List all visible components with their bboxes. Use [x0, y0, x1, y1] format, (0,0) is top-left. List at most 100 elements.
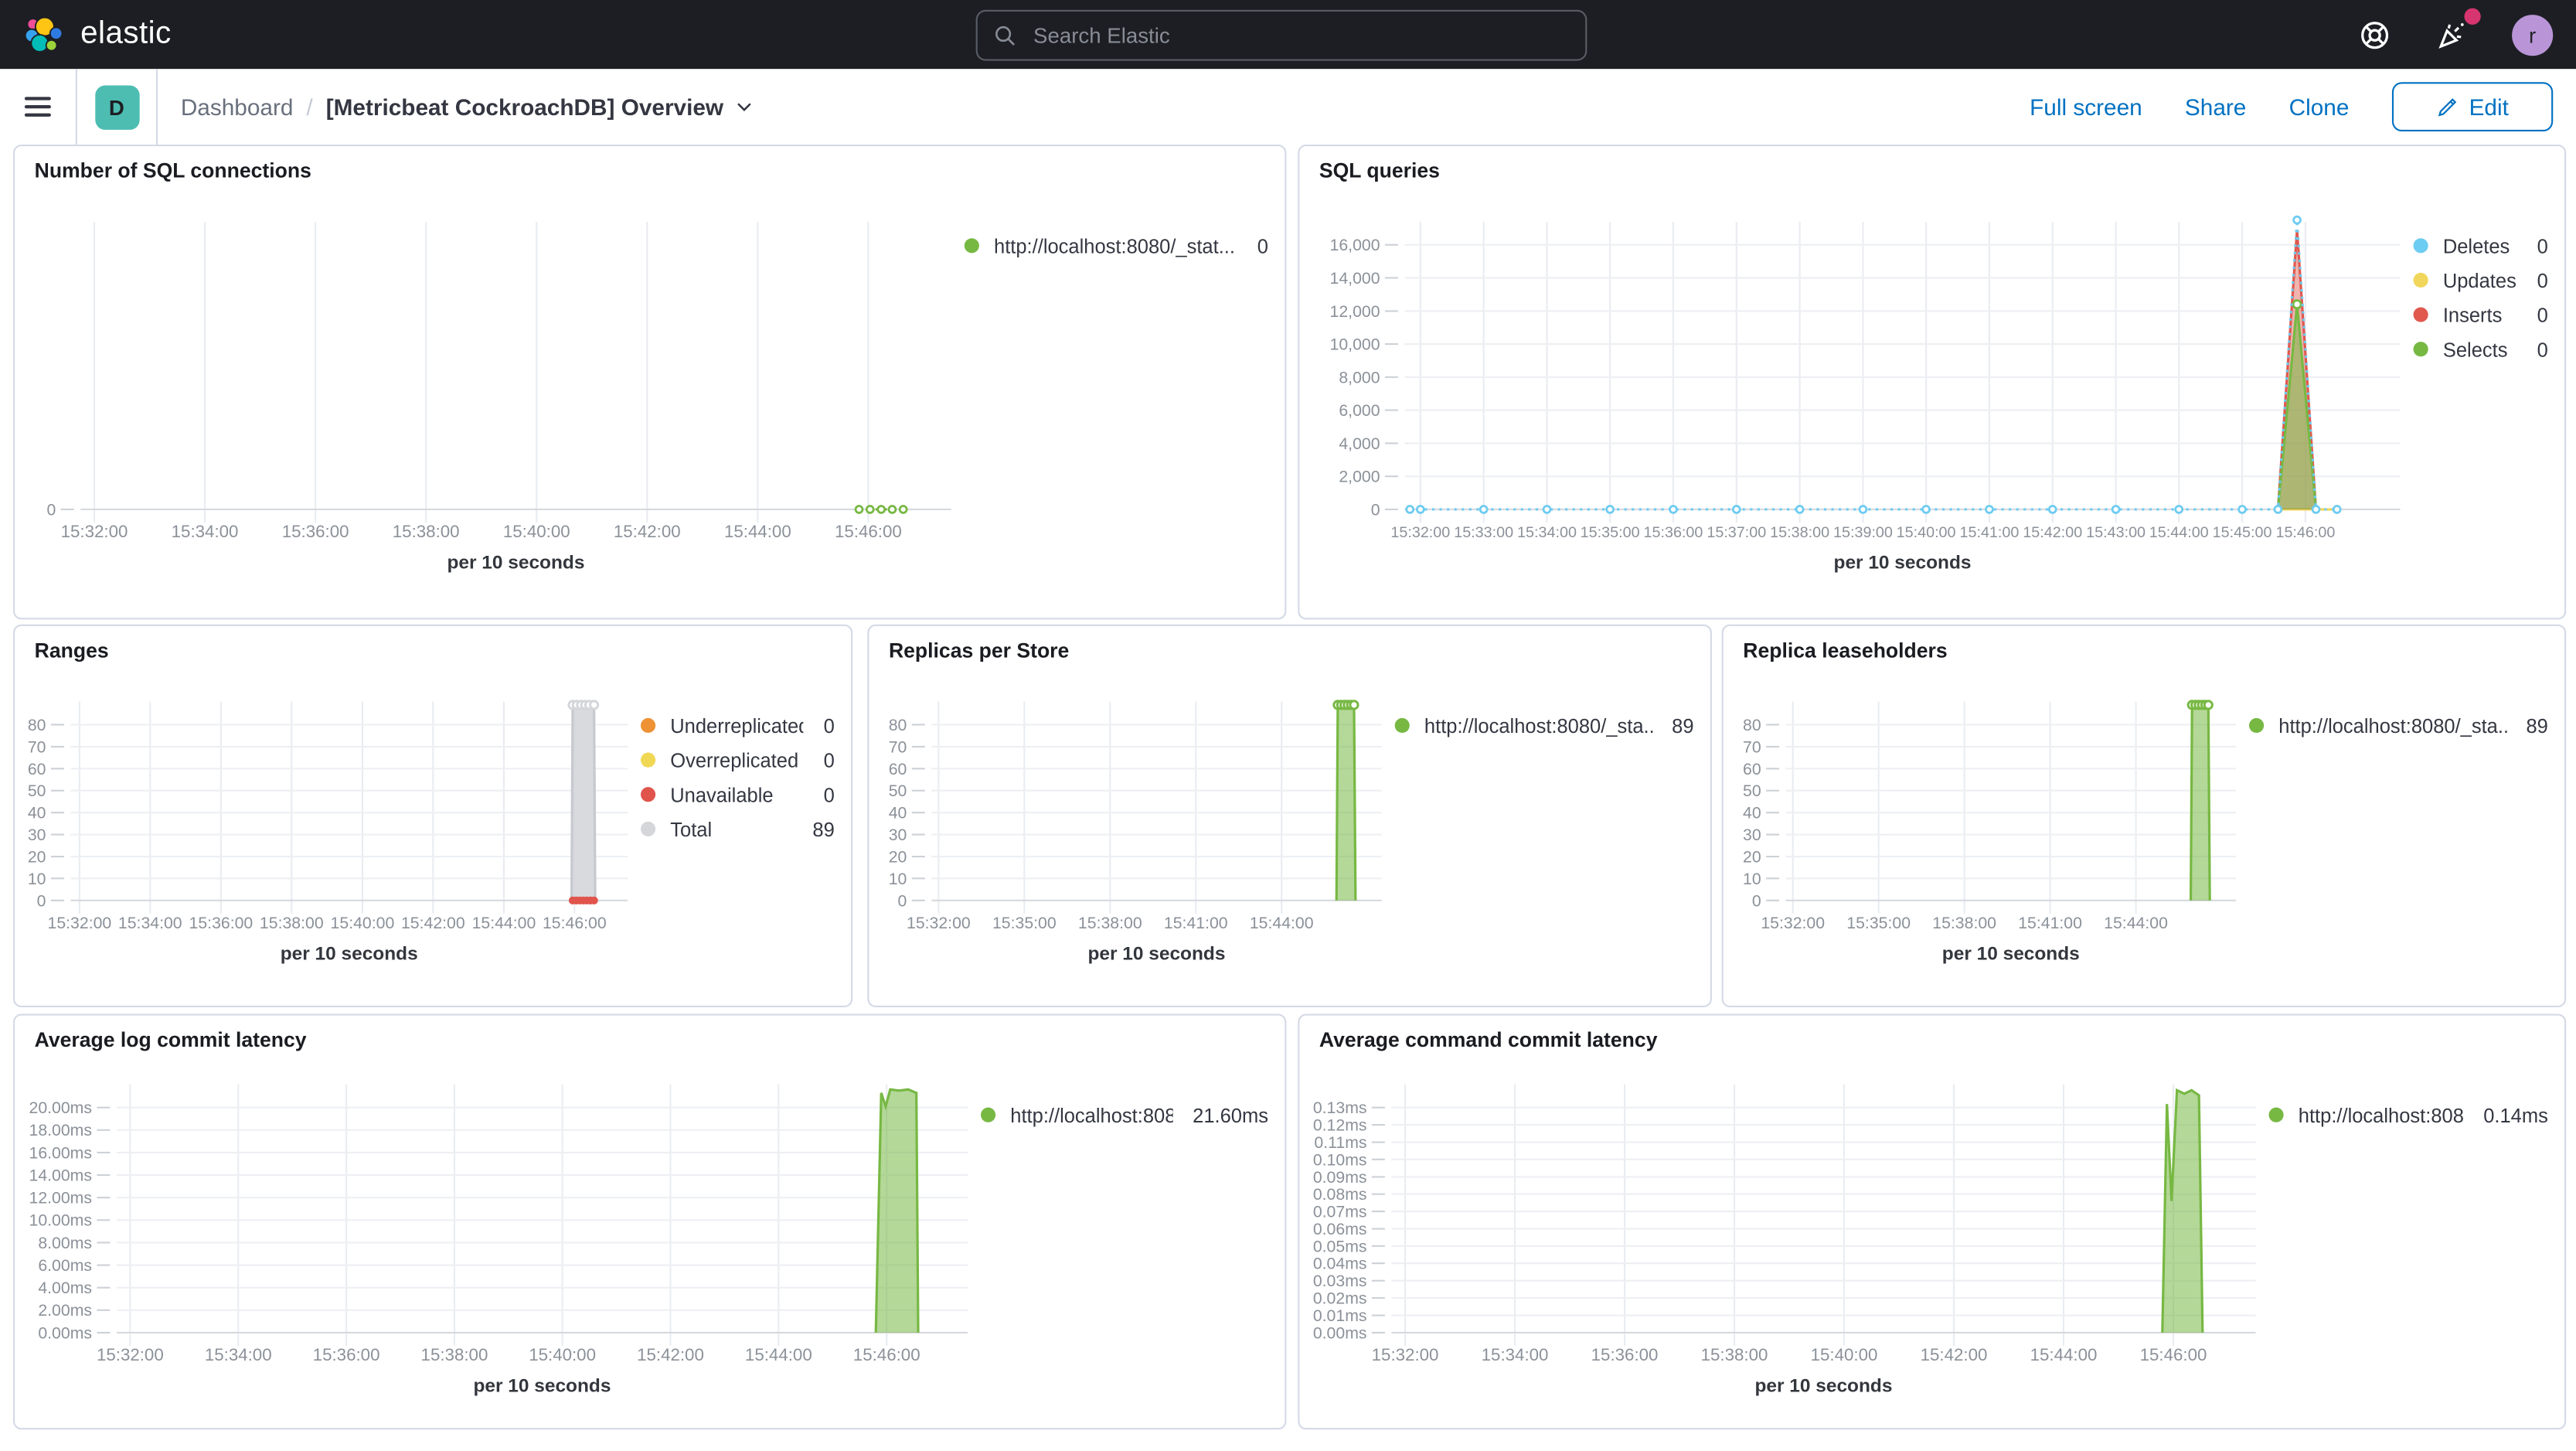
- svg-text:80: 80: [889, 716, 907, 734]
- edit-button[interactable]: Edit: [2391, 82, 2554, 132]
- chart-average-log-commit-latency[interactable]: 15:32:00 15:34:00 15:36:00 15:38:00 15:40:00…: [15, 1064, 981, 1428]
- legend-series-label: Overreplicated: [670, 748, 799, 771]
- global-search[interactable]: [975, 9, 1587, 61]
- panel-title: Ranges: [34, 639, 109, 662]
- chart-sql-queries[interactable]: 15:32:00 15:33:00 15:34:00 15:35:00 15:36:00…: [1299, 196, 2413, 618]
- svg-text:0.05ms: 0.05ms: [1313, 1237, 1367, 1255]
- toolbar-actions: Full screen Share Clone Edit: [2030, 82, 2576, 132]
- svg-text:15:42:00: 15:42:00: [2023, 524, 2082, 541]
- svg-text:10,000: 10,000: [1330, 336, 1380, 354]
- svg-text:0.02ms: 0.02ms: [1313, 1289, 1367, 1307]
- svg-text:per 10 seconds: per 10 seconds: [473, 1375, 611, 1396]
- svg-text:15:38:00: 15:38:00: [1078, 914, 1142, 932]
- legend-series-label: http://localhost:808...: [1010, 1103, 1173, 1127]
- legend-item[interactable]: http://localhost:8080/_sta... 89: [2249, 708, 2564, 743]
- legend-series-dot: [2413, 238, 2428, 254]
- legend-series-value: 0: [823, 748, 835, 771]
- svg-text:0.09ms: 0.09ms: [1313, 1168, 1367, 1187]
- dashboard-title[interactable]: [Metricbeat CockroachDB] Overview: [326, 94, 755, 120]
- svg-text:0.04ms: 0.04ms: [1313, 1255, 1367, 1273]
- svg-text:15:32:00: 15:32:00: [48, 914, 112, 932]
- legend-item[interactable]: Updates 0: [2413, 263, 2565, 298]
- svg-text:4,000: 4,000: [1339, 434, 1380, 453]
- chart-average-command-commit-latency[interactable]: 15:32:00 15:34:00 15:36:00 15:38:00 15:40:00…: [1299, 1064, 2268, 1428]
- svg-text:15:35:00: 15:35:00: [1581, 524, 1640, 541]
- svg-text:15:40:00: 15:40:00: [1811, 1345, 1878, 1364]
- svg-text:15:44:00: 15:44:00: [745, 1345, 812, 1364]
- svg-text:40: 40: [28, 804, 46, 823]
- svg-text:15:46:00: 15:46:00: [853, 1345, 920, 1364]
- svg-text:60: 60: [889, 760, 907, 778]
- svg-text:15:36:00: 15:36:00: [1591, 1345, 1659, 1364]
- svg-text:40: 40: [1743, 804, 1761, 823]
- svg-text:70: 70: [889, 737, 907, 756]
- svg-text:70: 70: [28, 737, 46, 756]
- breadcrumb-dashboard-link[interactable]: Dashboard: [181, 94, 294, 120]
- clone-button[interactable]: Clone: [2289, 94, 2350, 120]
- svg-text:0: 0: [898, 891, 907, 910]
- legend-series-label: http://localhost:8080/_sta...: [1424, 714, 1652, 737]
- legend-item[interactable]: Deletes 0: [2413, 228, 2565, 263]
- legend-item[interactable]: Underreplicated 0: [640, 708, 851, 743]
- search-input[interactable]: [1029, 21, 1530, 49]
- svg-text:0.11ms: 0.11ms: [1314, 1133, 1366, 1152]
- svg-text:0: 0: [37, 891, 46, 910]
- legend-item[interactable]: http://localhost:808... 21.60ms: [981, 1098, 1285, 1133]
- legend-item[interactable]: http://localhost:8080/_stat... 0: [964, 228, 1285, 263]
- svg-text:16,000: 16,000: [1330, 236, 1380, 254]
- legend-series-label: http://localhost:8080...: [2298, 1103, 2464, 1127]
- legend-item[interactable]: Selects 0: [2413, 332, 2565, 366]
- legend-series-dot: [2413, 272, 2428, 288]
- svg-text:0.00ms: 0.00ms: [38, 1323, 92, 1342]
- full-screen-button[interactable]: Full screen: [2030, 94, 2142, 120]
- legend-item[interactable]: http://localhost:8080/_sta... 89: [1394, 708, 1710, 743]
- legend-series-label: Total: [670, 817, 713, 841]
- dashboard-toolbar: D Dashboard / [Metricbeat CockroachDB] O…: [0, 69, 2576, 147]
- legend-item[interactable]: http://localhost:8080... 0.14ms: [2268, 1098, 2565, 1133]
- notification-dot: [2464, 8, 2481, 25]
- chart-number-of-sql-connections[interactable]: 15:32:00 15:34:00 15:36:00 15:38:00 15:40:00…: [15, 196, 965, 618]
- legend-series-label: http://localhost:8080/_sta...: [2278, 714, 2506, 737]
- app-viewport: elastic Search Elastic r D Dashboard / […: [0, 0, 2576, 1451]
- svg-text:14,000: 14,000: [1330, 269, 1380, 288]
- svg-text:0.06ms: 0.06ms: [1313, 1220, 1367, 1238]
- header-right-controls: r: [2354, 0, 2576, 69]
- svg-text:15:44:00: 15:44:00: [1250, 914, 1314, 932]
- legend-series-value: 89: [2526, 714, 2548, 737]
- svg-text:15:44:00: 15:44:00: [2149, 524, 2209, 541]
- svg-text:30: 30: [889, 826, 907, 844]
- svg-text:80: 80: [28, 716, 46, 734]
- share-button[interactable]: Share: [2185, 94, 2246, 120]
- logo-wordmark: elastic: [80, 16, 172, 51]
- user-avatar[interactable]: r: [2512, 14, 2554, 56]
- svg-text:10.00ms: 10.00ms: [29, 1211, 93, 1230]
- svg-text:15:33:00: 15:33:00: [1454, 524, 1513, 541]
- svg-text:15:46:00: 15:46:00: [2275, 524, 2335, 541]
- svg-text:0.12ms: 0.12ms: [1313, 1115, 1367, 1134]
- menu-hamburger-icon[interactable]: [0, 69, 77, 145]
- chart-ranges[interactable]: 15:32:00 15:34:00 15:36:00 15:38:00 15:40:00…: [15, 676, 641, 1006]
- legend-item[interactable]: Unavailable 0: [640, 777, 851, 812]
- chart-replica-leaseholders[interactable]: 15:32:00 15:35:00 15:38:00 15:41:00 15:44:00…: [1724, 676, 2249, 1006]
- panel-replica-leaseholders: Replica leaseholders 15:32:00 15:35:00 15:…: [1721, 624, 2567, 1008]
- svg-text:20: 20: [1743, 848, 1761, 867]
- legend-series-value: 0: [2537, 337, 2548, 361]
- help-icon[interactable]: [2354, 15, 2394, 54]
- legend-series-dot: [640, 752, 656, 768]
- legend-item[interactable]: Total 89: [640, 812, 851, 846]
- news-party-popper-icon[interactable]: [2433, 8, 2481, 54]
- svg-text:15:32:00: 15:32:00: [97, 1345, 164, 1364]
- legend-series-dot: [2413, 307, 2428, 322]
- svg-text:8.00ms: 8.00ms: [38, 1234, 92, 1252]
- chevron-down-icon: [738, 103, 752, 111]
- dashboard-app-badge[interactable]: D: [94, 84, 139, 129]
- svg-text:14.00ms: 14.00ms: [29, 1166, 93, 1184]
- elastic-logo[interactable]: elastic: [0, 13, 516, 56]
- legend-item[interactable]: Inserts 0: [2413, 298, 2565, 332]
- svg-text:0: 0: [1371, 500, 1380, 519]
- legend-series-value: 0: [823, 714, 835, 737]
- legend-item[interactable]: Overreplicated 0: [640, 743, 851, 778]
- legend-series-value: 0.14ms: [2483, 1103, 2548, 1127]
- chart-legend: http://localhost:8080... 0.14ms: [2268, 1098, 2565, 1133]
- chart-replicas-per-store[interactable]: 15:32:00 15:35:00 15:38:00 15:41:00 15:44:00…: [869, 676, 1394, 1006]
